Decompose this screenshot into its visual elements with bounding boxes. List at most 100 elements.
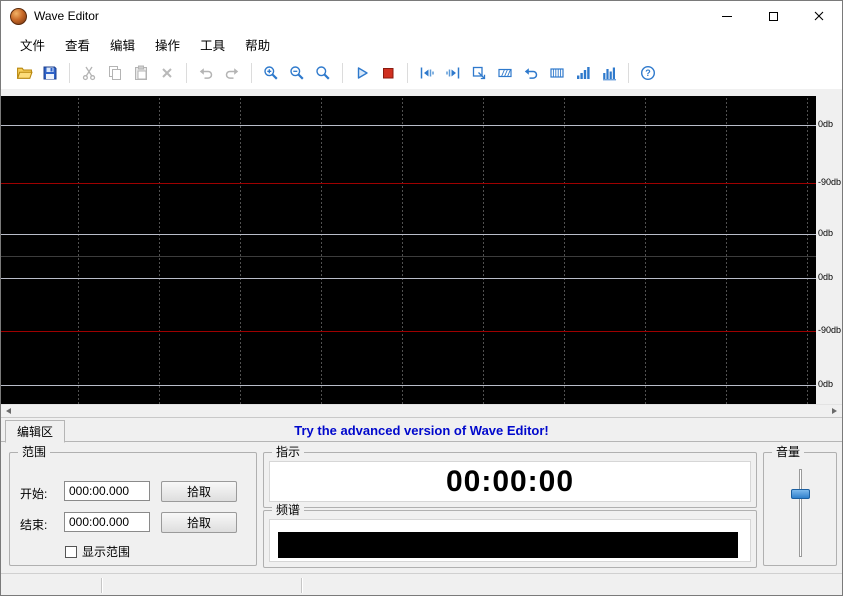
indicator-group-title: 指示 — [272, 445, 304, 459]
minimize-button[interactable] — [704, 1, 750, 31]
paste-mix-button[interactable] — [466, 60, 492, 86]
end-time-input[interactable] — [64, 512, 150, 532]
goto-end-icon — [445, 65, 461, 81]
revert-button[interactable] — [518, 60, 544, 86]
toolbar-separator — [251, 63, 252, 83]
cut-icon — [81, 65, 97, 81]
silence-icon — [497, 65, 513, 81]
scroll-left-arrow-icon[interactable] — [6, 408, 11, 414]
cut-button[interactable] — [76, 60, 102, 86]
open-folder-icon — [16, 65, 33, 82]
toolbar-separator — [628, 63, 629, 83]
revert-icon — [523, 65, 539, 81]
paste-button[interactable] — [128, 60, 154, 86]
levels-button[interactable] — [570, 60, 596, 86]
open-button[interactable] — [11, 60, 37, 86]
horizontal-scrollbar[interactable] — [1, 404, 842, 417]
copy-icon — [107, 65, 123, 81]
help-button[interactable]: ? — [635, 60, 661, 86]
paste-icon — [133, 65, 149, 81]
toolbar-separator — [186, 63, 187, 83]
end-label: 结束: — [20, 516, 47, 533]
level-line-0db-ch1-bottom — [1, 234, 816, 235]
volume-group-title: 音量 — [772, 445, 804, 459]
waveform-canvas[interactable] — [1, 96, 816, 404]
zoom-in-icon — [263, 65, 279, 81]
range-group: 范围 开始: 拾取 结束: 拾取 显示范围 — [9, 452, 257, 566]
close-button[interactable] — [796, 1, 842, 31]
spectrum-analyzer-icon — [601, 65, 617, 81]
tab-edit-area[interactable]: 编辑区 — [5, 420, 65, 443]
toolbar-separator — [69, 63, 70, 83]
save-button[interactable] — [37, 60, 63, 86]
spectrum-group-title: 频谱 — [272, 503, 304, 517]
status-bar — [1, 573, 842, 596]
goto-end-button[interactable] — [440, 60, 466, 86]
menu-edit[interactable]: 编辑 — [100, 31, 145, 58]
save-icon — [42, 65, 58, 81]
close-icon — [814, 11, 824, 21]
redo-icon — [224, 65, 240, 81]
maximize-icon — [769, 12, 778, 21]
db-label: -90db — [818, 177, 841, 187]
scroll-right-arrow-icon[interactable] — [832, 408, 837, 414]
copy-button[interactable] — [102, 60, 128, 86]
indicator-group: 指示 00:00:00 — [263, 452, 757, 508]
level-line-0db-ch2-bottom — [1, 385, 816, 386]
start-time-input[interactable] — [64, 481, 150, 501]
zoom-fit-icon — [315, 65, 331, 81]
zoom-fit-button[interactable] — [310, 60, 336, 86]
db-label: 0db — [818, 379, 833, 389]
zoom-out-button[interactable] — [284, 60, 310, 86]
play-button[interactable] — [349, 60, 375, 86]
menu-file[interactable]: 文件 — [10, 31, 55, 58]
stop-button[interactable] — [375, 60, 401, 86]
play-icon — [354, 65, 370, 81]
stop-icon — [380, 65, 396, 81]
pick-end-button[interactable]: 拾取 — [161, 512, 237, 533]
level-line-neg90db-ch2 — [1, 331, 816, 332]
silence-button[interactable] — [492, 60, 518, 86]
delete-button[interactable] — [154, 60, 180, 86]
menu-tools[interactable]: 工具 — [190, 31, 235, 58]
show-range-checkbox[interactable] — [65, 546, 77, 558]
app-logo-icon — [10, 8, 27, 25]
spectrum-display — [278, 532, 738, 558]
show-range-row: 显示范围 — [65, 543, 130, 560]
toolbar-separator — [407, 63, 408, 83]
level-line-neg90db-ch1 — [1, 183, 816, 184]
menu-operate[interactable]: 操作 — [145, 31, 190, 58]
spectrum-group: 频谱 — [263, 510, 757, 568]
waveform-area: 0db -90db 0db 0db -90db 0db — [1, 89, 842, 404]
db-label: 0db — [818, 119, 833, 129]
db-label: 0db — [818, 272, 833, 282]
statusbar-separator — [101, 578, 102, 593]
window-title: Wave Editor — [34, 9, 99, 23]
menu-view[interactable]: 查看 — [55, 31, 100, 58]
range-group-title: 范围 — [18, 445, 50, 459]
db-label: -90db — [818, 325, 841, 335]
redo-button[interactable] — [219, 60, 245, 86]
help-icon: ? — [640, 65, 656, 81]
toolbar: ? — [1, 57, 842, 89]
undo-button[interactable] — [193, 60, 219, 86]
zoom-in-button[interactable] — [258, 60, 284, 86]
goto-start-button[interactable] — [414, 60, 440, 86]
pick-start-button[interactable]: 拾取 — [161, 481, 237, 502]
delete-icon — [159, 65, 175, 81]
time-display: 00:00:00 — [446, 465, 574, 499]
promo-link[interactable]: Try the advanced version of Wave Editor! — [1, 423, 842, 438]
minimize-icon — [722, 16, 732, 17]
svg-text:?: ? — [645, 68, 651, 78]
pattern-button[interactable] — [544, 60, 570, 86]
wave-editor-window: Wave Editor 文件 查看 编辑 操作 工具 帮助 — [0, 0, 843, 596]
maximize-button[interactable] — [750, 1, 796, 31]
pattern-icon — [549, 65, 565, 81]
volume-slider-track[interactable] — [799, 469, 802, 557]
menu-help[interactable]: 帮助 — [235, 31, 280, 58]
db-label: 0db — [818, 228, 833, 238]
paste-mix-icon — [471, 65, 487, 81]
volume-slider-thumb[interactable] — [791, 489, 810, 499]
volume-group: 音量 — [763, 452, 837, 566]
spectrum-analyzer-button[interactable] — [596, 60, 622, 86]
